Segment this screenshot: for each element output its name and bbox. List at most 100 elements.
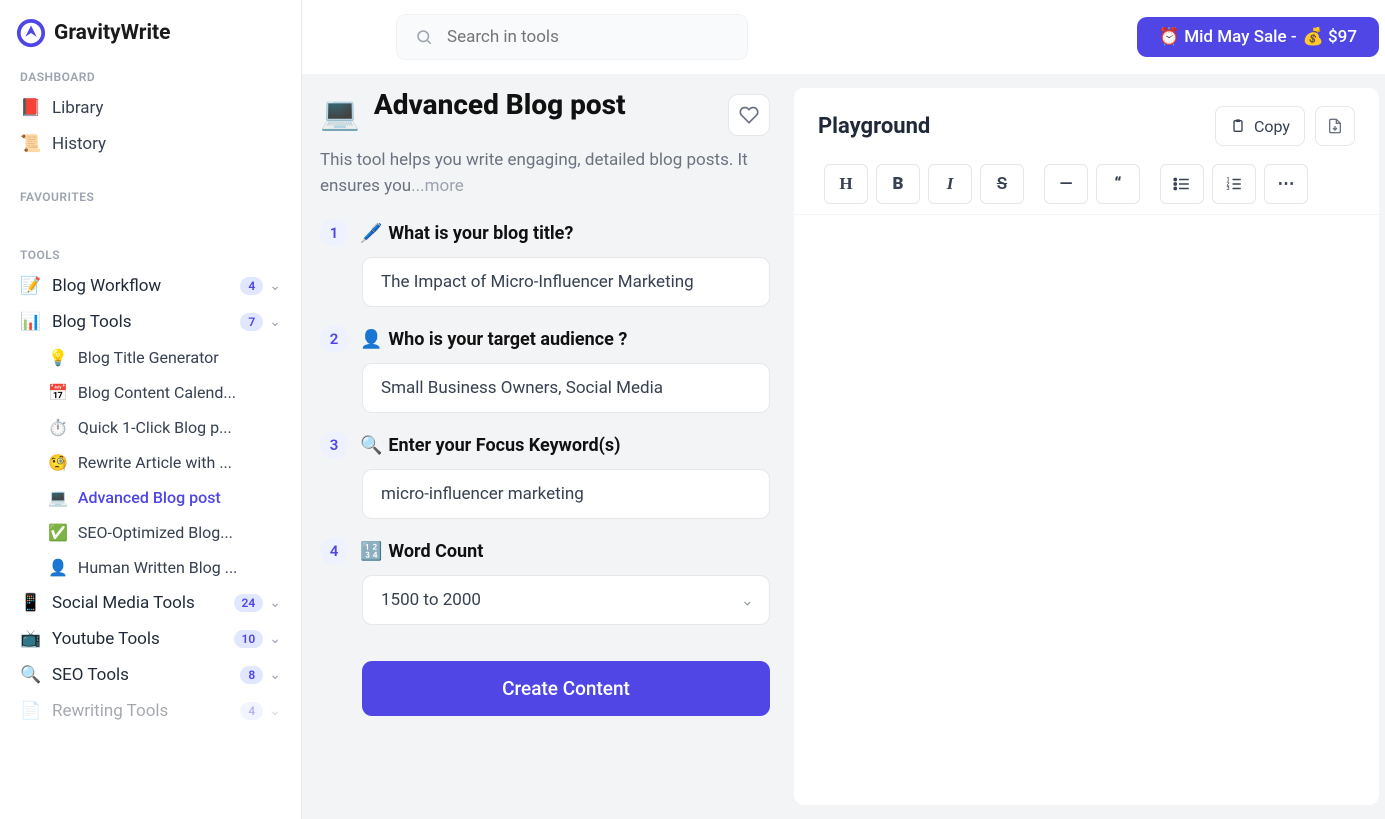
- workflow-icon: 📝: [20, 276, 40, 296]
- tool-group-label: Blog Tools: [52, 312, 131, 332]
- field-label-text: Word Count: [388, 541, 483, 562]
- badge: 24: [234, 594, 264, 612]
- logo-icon: [16, 18, 46, 48]
- field-number: 1: [320, 219, 348, 247]
- bullet-list-button[interactable]: [1160, 164, 1204, 204]
- heading-button[interactable]: H: [824, 164, 868, 204]
- tool-group-label: Blog Workflow: [52, 276, 161, 296]
- badge: 10: [234, 630, 264, 648]
- tool-group-blog-workflow[interactable]: 📝 Blog Workflow 4 ⌄: [0, 268, 301, 304]
- sub-advanced-blog[interactable]: 💻 Advanced Blog post: [0, 480, 301, 515]
- sub-label: Human Written Blog ...: [78, 558, 237, 577]
- tool-emoji-icon: 💻: [320, 94, 360, 132]
- history-icon: 📜: [20, 134, 40, 154]
- section-tools-label: TOOLS: [0, 240, 301, 268]
- person-icon: 👤: [48, 558, 68, 577]
- magnify-icon: 🔍: [360, 435, 382, 456]
- tool-group-social[interactable]: 📱 Social Media Tools 24 ⌄: [0, 585, 301, 621]
- sub-seo-blog[interactable]: ✅ SEO-Optimized Blog...: [0, 515, 301, 550]
- content-row: 💻 Advanced Blog post This tool helps you…: [302, 74, 1385, 819]
- quote-button[interactable]: “: [1096, 164, 1140, 204]
- download-button[interactable]: [1315, 106, 1355, 146]
- tool-group-label: Rewriting Tools: [52, 701, 168, 721]
- person-icon: 👤: [360, 329, 382, 350]
- keyword-input[interactable]: [362, 469, 770, 519]
- badge: 8: [240, 666, 263, 684]
- field-title: 1 🖊️What is your blog title?: [320, 219, 770, 307]
- idea-icon: 💡: [48, 348, 68, 367]
- field-number: 3: [320, 431, 348, 459]
- doc-icon: 📄: [20, 701, 40, 721]
- pen-icon: 🖊️: [360, 223, 382, 244]
- tool-group-seo[interactable]: 🔍 SEO Tools 8 ⌄: [0, 657, 301, 693]
- field-audience: 2 👤Who is your target audience ?: [320, 325, 770, 413]
- tool-group-youtube[interactable]: 📺 Youtube Tools 10 ⌄: [0, 621, 301, 657]
- tool-header: 💻 Advanced Blog post: [320, 88, 770, 144]
- strike-button[interactable]: S: [980, 164, 1024, 204]
- sub-label: Quick 1-Click Blog p...: [78, 418, 232, 437]
- hr-button[interactable]: —: [1044, 164, 1088, 204]
- heart-icon: [739, 105, 759, 125]
- create-button[interactable]: Create Content: [362, 661, 770, 716]
- sub-human-blog[interactable]: 👤 Human Written Blog ...: [0, 550, 301, 585]
- calendar-icon: 📅: [48, 383, 68, 402]
- download-icon: [1327, 118, 1343, 134]
- bullet-list-icon: [1173, 175, 1191, 193]
- sub-label: Rewrite Article with ...: [78, 453, 232, 472]
- playground-panel: Playground Copy H B I S —: [794, 88, 1379, 805]
- nav-history[interactable]: 📜 History: [0, 126, 301, 162]
- audience-input[interactable]: [362, 363, 770, 413]
- timer-icon: ⏱️: [48, 418, 68, 437]
- chevron-down-icon: ⌄: [269, 278, 281, 294]
- favorite-button[interactable]: [728, 94, 770, 136]
- sale-prefix: ⏰ Mid May Sale -: [1159, 27, 1297, 47]
- sub-quick-blog[interactable]: ⏱️ Quick 1-Click Blog p...: [0, 410, 301, 445]
- field-label-text: Who is your target audience ?: [388, 329, 627, 350]
- search-box[interactable]: [396, 14, 748, 60]
- tv-icon: 📺: [20, 629, 40, 649]
- sub-content-calendar[interactable]: 📅Blog Content Calend...: [0, 375, 301, 410]
- number-list-button[interactable]: 123: [1212, 164, 1256, 204]
- clipboard-icon: [1230, 118, 1246, 134]
- sub-blog-title-gen[interactable]: 💡 Blog Title Generator: [0, 340, 301, 375]
- svg-text:3: 3: [1227, 186, 1230, 192]
- tool-group-label: Social Media Tools: [52, 593, 195, 613]
- tool-group-label: SEO Tools: [52, 665, 129, 685]
- sub-rewrite-article[interactable]: 🧐 Rewrite Article with ...: [0, 445, 301, 480]
- form-panel: 💻 Advanced Blog post This tool helps you…: [302, 74, 788, 819]
- face-icon: 🧐: [48, 453, 68, 472]
- section-dashboard-label: DASHBOARD: [0, 62, 301, 90]
- editor-area[interactable]: [794, 215, 1379, 805]
- sale-button[interactable]: ⏰ Mid May Sale - 💰 $97: [1137, 17, 1379, 57]
- tool-group-rewriting[interactable]: 📄 Rewriting Tools 4 ⌄: [0, 693, 301, 729]
- check-icon: ✅: [48, 523, 68, 542]
- nav-library[interactable]: 📕 Library: [0, 90, 301, 126]
- tool-description: This tool helps you write engaging, deta…: [320, 144, 770, 219]
- sub-label: SEO-Optimized Blog...: [78, 523, 233, 542]
- copy-button[interactable]: Copy: [1215, 106, 1305, 146]
- sub-label: Blog Title Generator: [78, 348, 219, 367]
- magnify-icon: 🔍: [20, 665, 40, 685]
- bold-button[interactable]: B: [876, 164, 920, 204]
- sub-label: Advanced Blog post: [78, 488, 221, 507]
- chevron-down-icon: ⌄: [269, 631, 281, 647]
- title-input[interactable]: [362, 257, 770, 307]
- wordcount-select[interactable]: [362, 575, 770, 625]
- logo[interactable]: GravityWrite: [0, 0, 301, 62]
- playground-title: Playground: [818, 114, 930, 139]
- italic-button[interactable]: I: [928, 164, 972, 204]
- tool-group-label: Youtube Tools: [52, 629, 160, 649]
- laptop-icon: 💻: [48, 488, 68, 507]
- tool-group-blog-tools[interactable]: 📊 Blog Tools 7 ⌄: [0, 304, 301, 340]
- more-link[interactable]: ...more: [411, 176, 464, 196]
- chevron-down-icon: ⌄: [269, 314, 281, 330]
- numbers-icon: 🔢: [360, 541, 382, 562]
- chevron-down-icon: ⌄: [269, 703, 281, 719]
- library-icon: 📕: [20, 98, 40, 118]
- nav-label: Library: [52, 98, 103, 118]
- logo-text: GravityWrite: [54, 21, 170, 45]
- more-button[interactable]: ⋯: [1264, 164, 1308, 204]
- search-input[interactable]: [447, 27, 729, 47]
- topbar: ⏰ Mid May Sale - 💰 $97: [302, 0, 1385, 74]
- chevron-down-icon: ⌄: [269, 667, 281, 683]
